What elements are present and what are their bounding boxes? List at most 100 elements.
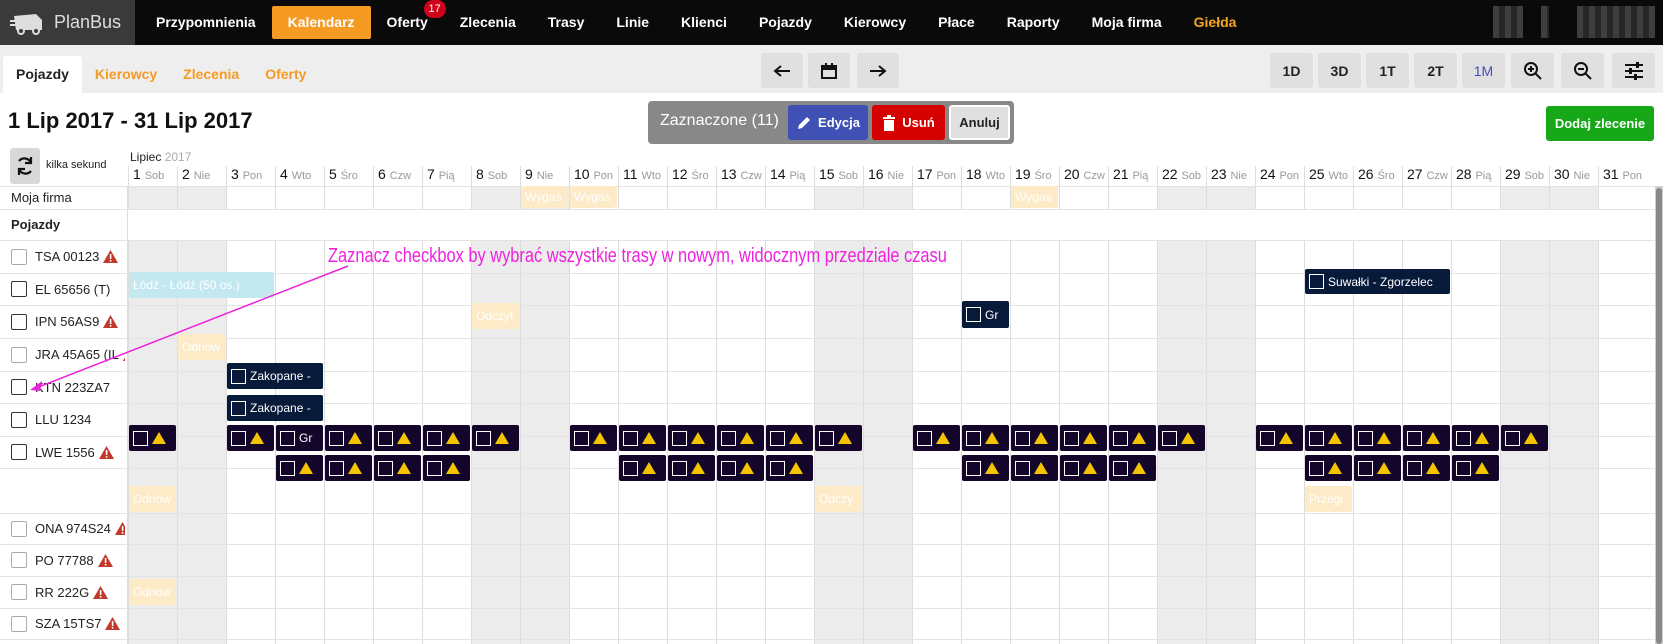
nav-place[interactable]: Płace <box>922 6 991 39</box>
tab-oferty[interactable]: Oferty <box>252 56 319 93</box>
nav-zlecenia[interactable]: Zlecenia <box>444 6 532 39</box>
route-event[interactable] <box>668 455 715 481</box>
route-event[interactable] <box>1158 425 1205 451</box>
settings-button[interactable] <box>1612 53 1655 88</box>
event-checkbox[interactable] <box>1407 430 1422 446</box>
renewal-event[interactable]: Odnow <box>178 334 225 360</box>
nav-przypomnienia[interactable]: Przypomnienia <box>140 6 272 39</box>
event-checkbox[interactable] <box>623 430 638 446</box>
route-event[interactable] <box>1354 425 1401 451</box>
event-checkbox[interactable] <box>378 460 393 476</box>
route-event[interactable] <box>129 425 176 451</box>
route-event[interactable] <box>325 455 372 481</box>
route-event[interactable] <box>374 425 421 451</box>
route-event[interactable] <box>1305 455 1352 481</box>
route-event[interactable] <box>913 425 960 451</box>
view-1d-button[interactable]: 1D <box>1270 53 1313 88</box>
route-event[interactable] <box>619 425 666 451</box>
route-event[interactable] <box>1011 425 1058 451</box>
user-avatar[interactable] <box>1493 6 1523 38</box>
zoom-in-button[interactable] <box>1511 53 1554 88</box>
vehicle-checkbox[interactable] <box>11 520 27 537</box>
company-expiry-event[interactable]: Wygas <box>1011 186 1058 208</box>
route-event[interactable] <box>815 425 862 451</box>
route-event[interactable]: Zakopane - <box>227 363 323 389</box>
event-checkbox[interactable] <box>770 430 785 446</box>
event-checkbox[interactable] <box>672 460 687 476</box>
route-event[interactable] <box>1011 455 1058 481</box>
vehicle-checkbox[interactable] <box>11 615 27 632</box>
add-order-button[interactable]: Dodaj zlecenie <box>1546 106 1654 141</box>
route-event[interactable] <box>962 425 1009 451</box>
event-checkbox[interactable] <box>1309 274 1324 289</box>
nav-raporty[interactable]: Raporty <box>991 6 1076 39</box>
event-checkbox[interactable] <box>1064 430 1079 446</box>
event-checkbox[interactable] <box>231 368 246 384</box>
event-checkbox[interactable] <box>1456 430 1471 446</box>
zoom-out-button[interactable] <box>1561 53 1604 88</box>
warning-icon[interactable] <box>122 348 125 361</box>
event-checkbox[interactable] <box>574 430 589 446</box>
company-expiry-event[interactable]: Wygas <box>570 186 617 208</box>
nav-kierowcy[interactable]: Kierowcy <box>828 6 922 39</box>
inspection-event[interactable]: Przegl <box>1305 486 1352 512</box>
route-event[interactable] <box>619 455 666 481</box>
route-event[interactable] <box>325 425 372 451</box>
event-checkbox[interactable] <box>1309 460 1324 476</box>
vehicle-checkbox[interactable] <box>11 248 27 265</box>
route-event[interactable] <box>1452 455 1499 481</box>
route-event[interactable] <box>668 425 715 451</box>
event-checkbox[interactable] <box>476 430 491 446</box>
event-checkbox[interactable] <box>1358 460 1373 476</box>
route-event[interactable] <box>1403 455 1450 481</box>
event-checkbox[interactable] <box>1407 460 1422 476</box>
event-checkbox[interactable] <box>966 460 981 476</box>
prev-period-button[interactable] <box>761 53 803 88</box>
route-event[interactable] <box>1109 425 1156 451</box>
event-checkbox[interactable] <box>672 430 687 446</box>
vehicle-checkbox[interactable] <box>11 313 27 330</box>
company-expiry-event[interactable]: Wygas <box>521 186 568 208</box>
event-checkbox[interactable] <box>1113 460 1128 476</box>
event-checkbox[interactable] <box>966 307 981 322</box>
event-checkbox[interactable] <box>1113 430 1128 446</box>
route-event[interactable] <box>374 455 421 481</box>
route-event[interactable]: Łódź - Łódź (50 os.) <box>129 272 274 298</box>
event-checkbox[interactable] <box>1162 430 1177 446</box>
route-event[interactable] <box>1305 425 1352 451</box>
nav-kalendarz[interactable]: Kalendarz <box>271 6 371 39</box>
route-event[interactable] <box>962 455 1009 481</box>
tab-zlecenia[interactable]: Zlecenia <box>170 56 252 93</box>
event-checkbox[interactable] <box>1358 430 1373 446</box>
nav-klienci[interactable]: Klienci <box>665 6 743 39</box>
delete-button[interactable]: Usuń <box>872 105 945 140</box>
route-event[interactable]: Gr <box>276 425 323 451</box>
warning-icon[interactable] <box>105 617 121 630</box>
event-checkbox[interactable] <box>966 430 981 446</box>
nav-linie[interactable]: Linie <box>600 6 665 39</box>
vehicle-checkbox[interactable] <box>11 346 27 363</box>
event-checkbox[interactable] <box>378 430 393 446</box>
event-checkbox[interactable] <box>427 460 442 476</box>
event-checkbox[interactable] <box>721 430 736 446</box>
event-checkbox[interactable] <box>280 430 295 446</box>
planbus-logo[interactable]: PlanBus <box>0 0 135 45</box>
calendar-picker-button[interactable] <box>808 53 850 88</box>
tab-pojazdy[interactable]: Pojazdy <box>3 56 82 93</box>
route-event[interactable]: Gr <box>962 301 1009 328</box>
warning-icon[interactable] <box>103 250 119 263</box>
warning-icon[interactable] <box>97 553 113 567</box>
vehicle-checkbox[interactable] <box>11 552 27 568</box>
nav-oferty[interactable]: Oferty 17 <box>371 0 446 39</box>
nav-trasy[interactable]: Trasy <box>532 6 601 39</box>
warning-icon[interactable] <box>93 585 109 599</box>
vehicle-checkbox[interactable] <box>11 379 27 395</box>
route-event[interactable]: Suwałki - Zgorzelec <box>1305 269 1450 294</box>
route-event[interactable] <box>1354 455 1401 481</box>
event-checkbox[interactable] <box>1015 430 1030 446</box>
event-checkbox[interactable] <box>231 400 246 416</box>
event-checkbox[interactable] <box>1015 460 1030 476</box>
view-3d-button[interactable]: 3D <box>1318 53 1361 88</box>
route-event[interactable] <box>1060 425 1107 451</box>
view-1m-button[interactable]: 1M <box>1462 53 1505 88</box>
